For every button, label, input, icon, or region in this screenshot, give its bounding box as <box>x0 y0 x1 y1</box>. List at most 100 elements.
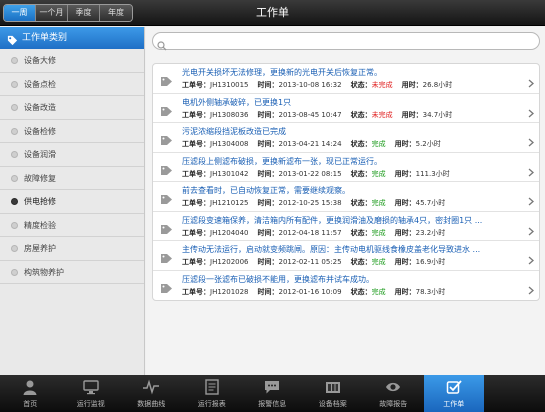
work-order-row[interactable]: 前去查看时，已自动恢复正常，需要继续观察。 工单号：JH1210125 时间：201… <box>153 182 539 212</box>
search-input[interactable] <box>169 34 529 48</box>
tag-icon <box>160 190 173 209</box>
work-order-row[interactable]: 压滤段上侧滤布破损，更换新滤布一张，现已正常运行。工单号：JH1301042 时间… <box>153 153 539 182</box>
tab-eye[interactable]: 故障报告 <box>363 375 424 412</box>
period-quarter-button[interactable]: 季度 <box>68 5 100 21</box>
sidebar-item[interactable]: 设备大修 <box>0 49 144 73</box>
work-order-title: 电机外侧轴承破碎，已更换1只 <box>182 97 292 107</box>
tab-label: 故障报告 <box>379 400 408 408</box>
order-duration: 23.2小时 <box>415 228 446 237</box>
sidebar-item-label: 设备大修 <box>24 56 56 65</box>
work-order-meta: 工单号：JH1202006 时间：2012-02-11 05:25 状态：完成 用时：… <box>182 257 445 267</box>
sidebar-item-label: 设备点检 <box>24 79 56 89</box>
work-order-row[interactable]: 光电开关损坏无法修理，更换新的光电开关后恢复正常。 工单号：JH1310015 时间… <box>153 64 539 94</box>
tab-label: 报警信息 <box>258 400 287 408</box>
order-duration-label: 用时： <box>394 199 416 207</box>
work-order-meta: 工单号：JH1204040 时间：2012-04-18 11:57 状态：完成 用时：… <box>182 228 445 238</box>
order-time-label: 时间： <box>257 258 279 266</box>
order-number: JH1308036 <box>210 110 249 119</box>
tab-monitor[interactable]: 运行监视 <box>61 375 122 412</box>
radio-dot-icon <box>11 198 18 205</box>
tab-label: 首页 <box>23 400 38 408</box>
radio-dot-icon <box>11 104 18 111</box>
order-duration-label: 用时： <box>394 140 416 148</box>
tag-icon <box>160 161 173 180</box>
bottom-tab-bar: 首页 运行监视 数据曲线 运行报表 报警信息 设备档案 故障报告 工作单 <box>0 375 545 412</box>
order-number: JH1301042 <box>210 169 249 178</box>
sidebar-header: 工作单类别 <box>0 27 144 49</box>
search-bar[interactable] <box>152 32 540 51</box>
chevron-right-icon <box>528 103 534 122</box>
order-time-label: 时间： <box>257 199 279 207</box>
work-order-row[interactable]: 压滤段一张滤布已破损不能用，更换滤布并试车成功。 工单号：JH1201028 时间：… <box>153 271 539 301</box>
work-order-row[interactable]: 主传动无法运行，启动就变频跳闸。原因：主传动电机驱线食橡皮盖老化导致进水 ...… <box>153 241 539 271</box>
sidebar-item[interactable]: 供电抢修 <box>0 190 144 214</box>
tab-label: 运行监视 <box>76 400 105 408</box>
tag-icon <box>160 220 173 239</box>
order-number: JH1310015 <box>210 81 249 89</box>
sidebar-item[interactable]: 设备检修 <box>0 120 144 143</box>
period-month-button[interactable]: 一个月 <box>36 5 68 21</box>
category-sidebar: 工作单类别 设备大修设备点检设备改造 设备检修设备润滑故障修复供电抢修 精度检验 房屋… <box>0 27 145 375</box>
order-status-label: 状态： <box>350 228 372 237</box>
order-status-label: 状态： <box>350 199 372 207</box>
work-order-row[interactable]: 电机外侧轴承破碎，已更换1只 工单号：JH1308036 时间：2013-08-45… <box>153 94 539 123</box>
order-number-label: 工单号： <box>182 169 210 178</box>
tab-user[interactable]: 首页 <box>0 375 61 412</box>
order-number-label: 工单号： <box>182 228 210 237</box>
period-week-button[interactable]: 一周 <box>4 5 36 21</box>
tab-label: 数据曲线 <box>137 400 166 408</box>
order-duration: 45.7小时 <box>415 199 446 207</box>
tag-icon <box>160 279 173 298</box>
order-time: 2013-08-45 10:47 <box>278 110 342 119</box>
sidebar-item[interactable]: 设备润滑 <box>0 143 144 167</box>
sidebar-item[interactable]: 构筑物养护 <box>0 261 144 284</box>
order-status: 完成 <box>371 287 386 296</box>
order-duration-label: 用时： <box>394 258 416 266</box>
tab-label: 运行报表 <box>197 400 226 408</box>
tag-icon <box>160 72 173 91</box>
radio-dot-icon <box>11 245 18 252</box>
period-year-button[interactable]: 年度 <box>100 5 132 21</box>
chat-icon <box>264 379 280 399</box>
tab-archive[interactable]: 设备档案 <box>303 375 364 412</box>
tab-chat[interactable]: 报警信息 <box>242 375 303 412</box>
radio-dot-icon <box>11 174 18 182</box>
tab-report[interactable]: 运行报表 <box>182 375 243 412</box>
chevron-right-icon <box>528 73 534 92</box>
sidebar-item[interactable]: 故障修复 <box>0 167 144 190</box>
sidebar-item[interactable]: 设备点检 <box>0 73 144 96</box>
work-order-row[interactable]: 压滤段变速箱保养，清洁箱内所有配件，更换润滑油及磨损的轴承4只，密封圈1只 ..… <box>153 212 539 241</box>
order-status: 未完成 <box>371 81 393 89</box>
sidebar-item-label: 故障修复 <box>24 173 56 183</box>
work-order-row[interactable]: 污泥浓缩段挡泥板改造已完成 工单号：JH1304008 时间：2013-04-21 … <box>153 123 539 153</box>
chevron-right-icon <box>528 132 534 151</box>
order-time-label: 时间： <box>257 228 279 237</box>
work-order-meta: 工单号：JH1201028 时间：2012-01-16 10:09 状态：完成 用时：… <box>182 287 445 297</box>
sidebar-item[interactable]: 精度检验 <box>0 214 144 237</box>
order-number: JH1204040 <box>210 228 249 237</box>
order-time: 2013-10-08 16:32 <box>278 81 342 89</box>
work-order-title: 压滤段上侧滤布破损，更换新滤布一张，现已正常运行。 <box>182 156 382 166</box>
order-number-label: 工单号： <box>182 81 210 89</box>
order-time: 2013-01-22 08:15 <box>278 169 342 178</box>
order-number-label: 工单号： <box>182 140 210 148</box>
order-time: 2012-04-18 11:57 <box>278 228 342 237</box>
sidebar-list: 设备大修设备点检设备改造 设备检修设备润滑故障修复供电抢修 精度检验 房屋养护 构筑物养… <box>0 49 144 284</box>
order-status: 未完成 <box>371 110 393 119</box>
work-order-meta: 工单号：JH1301042 时间：2013-01-22 08:15 状态：完成 用时：… <box>182 169 450 179</box>
order-time-label: 时间： <box>257 81 279 89</box>
order-number: JH1210125 <box>210 199 249 207</box>
order-status: 完成 <box>371 258 386 266</box>
order-number: JH1202006 <box>210 258 249 266</box>
order-number-label: 工单号： <box>182 110 210 119</box>
work-order-title: 光电开关损坏无法修理，更换新的光电开关后恢复正常。 <box>182 68 382 77</box>
order-status: 完成 <box>371 199 386 207</box>
period-selector: 一周 一个月 季度 年度 <box>3 4 133 22</box>
work-order-meta: 工单号：JH1304008 时间：2013-04-21 14:24 状态：完成 用时：… <box>182 139 441 149</box>
sidebar-item[interactable]: 设备改造 <box>0 96 144 120</box>
tab-checkbox[interactable]: 工作单 <box>423 375 484 412</box>
chevron-right-icon <box>528 280 534 299</box>
sidebar-item[interactable]: 房屋养护 <box>0 237 144 261</box>
sidebar-item-label: 设备润滑 <box>24 150 56 159</box>
tab-pulse[interactable]: 数据曲线 <box>121 375 182 412</box>
